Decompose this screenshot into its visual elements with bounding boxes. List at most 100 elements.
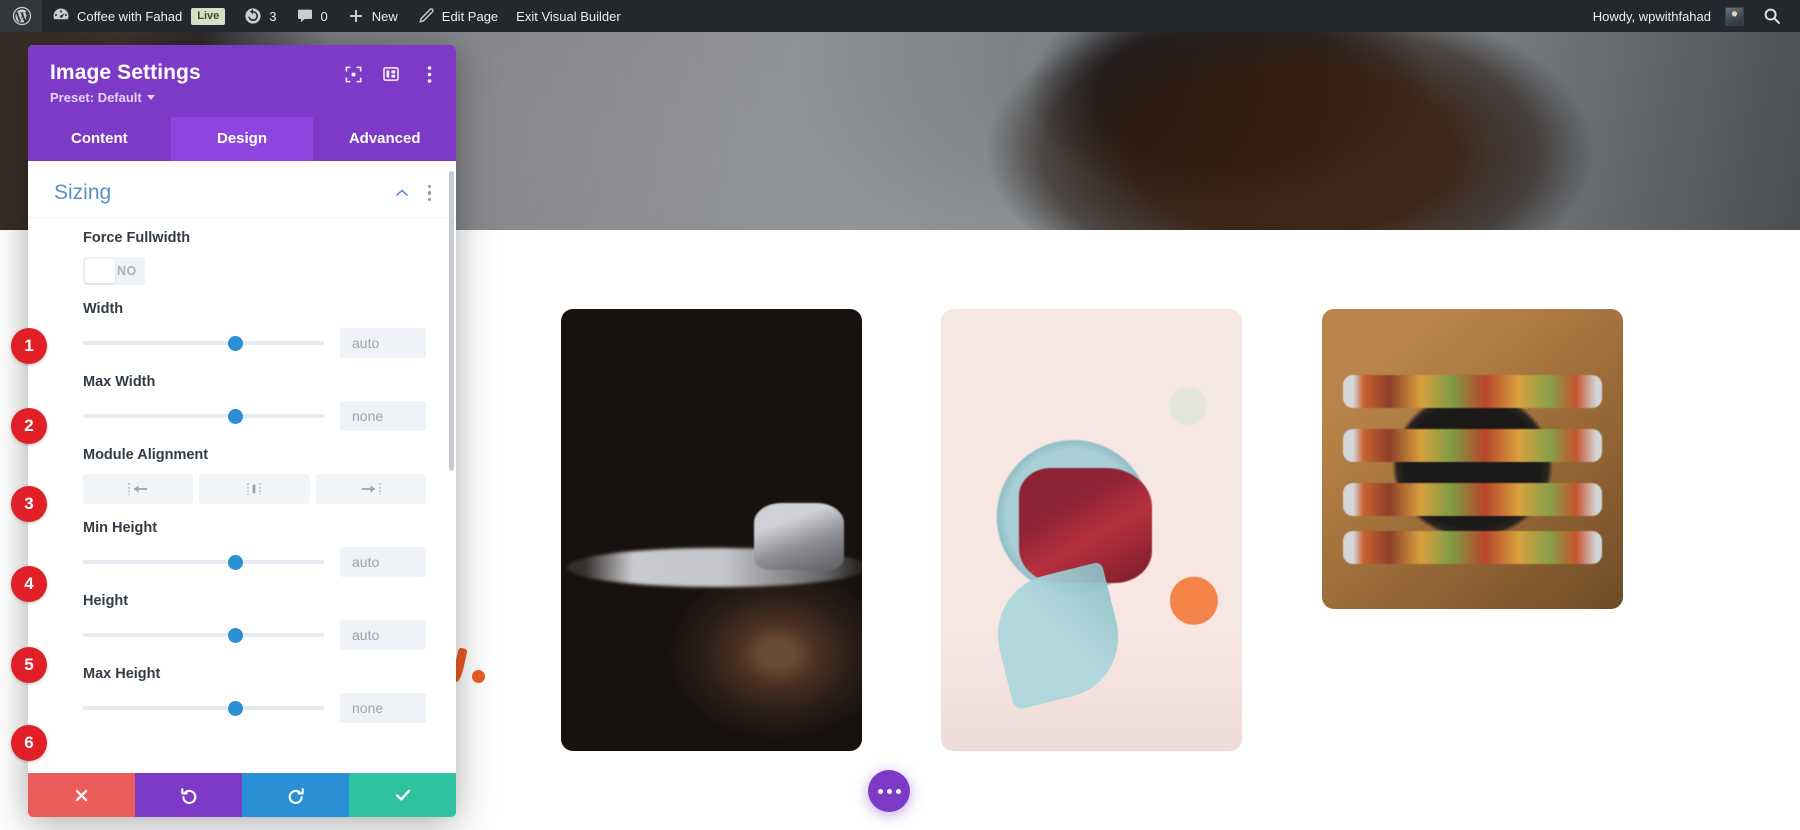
image-settings-modal: Image Settings Preset: Default Content D…: [28, 45, 456, 817]
align-right-button[interactable]: [315, 474, 426, 504]
field-force-fullwidth: Force Fullwidth NO: [28, 218, 456, 289]
max-width-label: Max Width: [83, 374, 156, 390]
site-name-label: Coffee with Fahad: [77, 8, 183, 24]
min-height-label: Min Height: [83, 520, 158, 536]
edit-page-button[interactable]: Edit Page: [407, 0, 507, 32]
redo-icon: [288, 788, 304, 804]
field-module-alignment: Module Alignment: [28, 435, 456, 508]
comments-icon: [297, 9, 312, 23]
min-height-input[interactable]: [340, 547, 426, 577]
max-width-slider[interactable]: [83, 407, 324, 425]
modal-header: Image Settings Preset: Default: [28, 45, 456, 117]
max-height-label: Max Height: [83, 666, 161, 682]
settings-scroll-area: Sizing Force Fullwidth NO Width auto Max…: [28, 161, 456, 773]
cancel-button[interactable]: [28, 773, 135, 817]
field-max-height: Max Height: [28, 654, 456, 727]
align-left-icon: [128, 483, 148, 495]
search-button[interactable]: [1753, 0, 1800, 32]
save-button[interactable]: [349, 773, 456, 817]
wordpress-logo-icon: [12, 6, 32, 26]
howdy-label: Howdy, wpwithfahad: [1592, 8, 1711, 24]
modal-tabs: Content Design Advanced: [28, 117, 456, 161]
new-content-label: New: [371, 8, 398, 24]
live-badge-label: Live: [191, 7, 226, 25]
more-options-icon[interactable]: [418, 63, 440, 85]
annotation-marker-5: 5: [11, 647, 47, 683]
preset-label: Preset: Default: [50, 90, 142, 105]
chevron-down-icon: [146, 95, 155, 100]
close-icon: [75, 789, 88, 801]
updates-button[interactable]: 3: [234, 0, 285, 32]
image-coffee-grinder[interactable]: [561, 309, 862, 751]
tab-content[interactable]: Content: [28, 117, 171, 161]
new-content-button[interactable]: New: [337, 0, 407, 32]
layout-columns-icon[interactable]: [380, 63, 402, 85]
field-height: Height: [28, 581, 456, 654]
field-width: Width: [28, 289, 456, 362]
modal-footer: [28, 773, 456, 817]
width-input[interactable]: [340, 328, 426, 358]
image-jam-toast[interactable]: [941, 309, 1242, 751]
annotation-marker-1: 1: [11, 328, 47, 364]
sizing-group-header[interactable]: Sizing: [28, 161, 456, 211]
pencil-icon: [419, 8, 434, 23]
width-label: Width: [83, 301, 124, 317]
max-height-slider[interactable]: [83, 699, 324, 717]
annotation-marker-3: 3: [11, 486, 47, 522]
force-fullwidth-label: Force Fullwidth: [83, 230, 191, 246]
force-fullwidth-toggle[interactable]: NO: [83, 257, 145, 285]
wp-admin-bar: Coffee with Fahad Live 3 0 New Edit Page…: [0, 0, 1800, 32]
site-name-button[interactable]: Coffee with Fahad: [42, 0, 191, 32]
field-max-width: Max Width: [28, 362, 456, 435]
plus-icon: [349, 10, 362, 22]
expand-view-icon[interactable]: [342, 63, 364, 85]
modal-header-actions: [342, 63, 440, 85]
annotation-marker-2: 2: [11, 408, 47, 444]
page-settings-fab-button[interactable]: more-horizontal-icon: [868, 770, 910, 812]
tab-advanced[interactable]: Advanced: [313, 117, 456, 161]
kebab-menu-icon[interactable]: [425, 182, 435, 205]
max-width-input[interactable]: [340, 401, 426, 431]
sizing-group-title: Sizing: [54, 181, 112, 204]
preset-selector[interactable]: Preset: Default: [50, 90, 155, 105]
align-center-icon: [247, 483, 262, 495]
wordpress-logo-button[interactable]: [0, 0, 42, 32]
exit-visual-builder-label: Exit Visual Builder: [516, 8, 621, 24]
annotation-marker-4: 4: [11, 566, 47, 602]
align-center-button[interactable]: [199, 474, 310, 504]
annotation-marker-6: 6: [11, 725, 47, 761]
modal-scrollbar[interactable]: [449, 171, 454, 471]
browser-canvas: more-horizontal-icon Coffee with Fahad L…: [0, 0, 1800, 830]
search-icon: [1764, 8, 1780, 24]
undo-icon: [180, 788, 196, 804]
image-skewers-pan[interactable]: [1322, 309, 1623, 609]
undo-button[interactable]: [135, 773, 242, 817]
align-right-icon: [361, 483, 381, 495]
field-min-height: Min Height: [28, 508, 456, 581]
account-menu[interactable]: Howdy, wpwithfahad: [1584, 0, 1753, 32]
min-height-slider[interactable]: [83, 553, 324, 571]
height-label: Height: [83, 593, 129, 609]
checkmark-icon: [395, 789, 410, 801]
max-height-input[interactable]: [340, 693, 426, 723]
module-alignment-label: Module Alignment: [83, 447, 209, 463]
chevron-up-icon[interactable]: [395, 186, 409, 200]
comments-count: 0: [320, 8, 328, 24]
user-avatar: [1725, 6, 1744, 26]
comments-button[interactable]: 0: [286, 0, 337, 32]
height-slider[interactable]: [83, 626, 324, 644]
width-slider[interactable]: [83, 334, 324, 352]
exit-visual-builder-button[interactable]: Exit Visual Builder: [507, 0, 630, 32]
updates-icon: [245, 8, 261, 24]
toggle-knob: [85, 259, 115, 283]
modal-body: Sizing Force Fullwidth NO Width auto Max…: [28, 161, 456, 773]
redo-button[interactable]: [242, 773, 349, 817]
updates-count: 3: [269, 8, 277, 24]
align-left-button[interactable]: [83, 474, 194, 504]
tab-design[interactable]: Design: [170, 117, 314, 161]
toggle-value-label: NO: [117, 264, 137, 278]
dashboard-icon: [53, 8, 69, 20]
edit-page-label: Edit Page: [441, 8, 499, 24]
height-input[interactable]: [340, 620, 426, 650]
live-badge: Live: [191, 0, 234, 32]
